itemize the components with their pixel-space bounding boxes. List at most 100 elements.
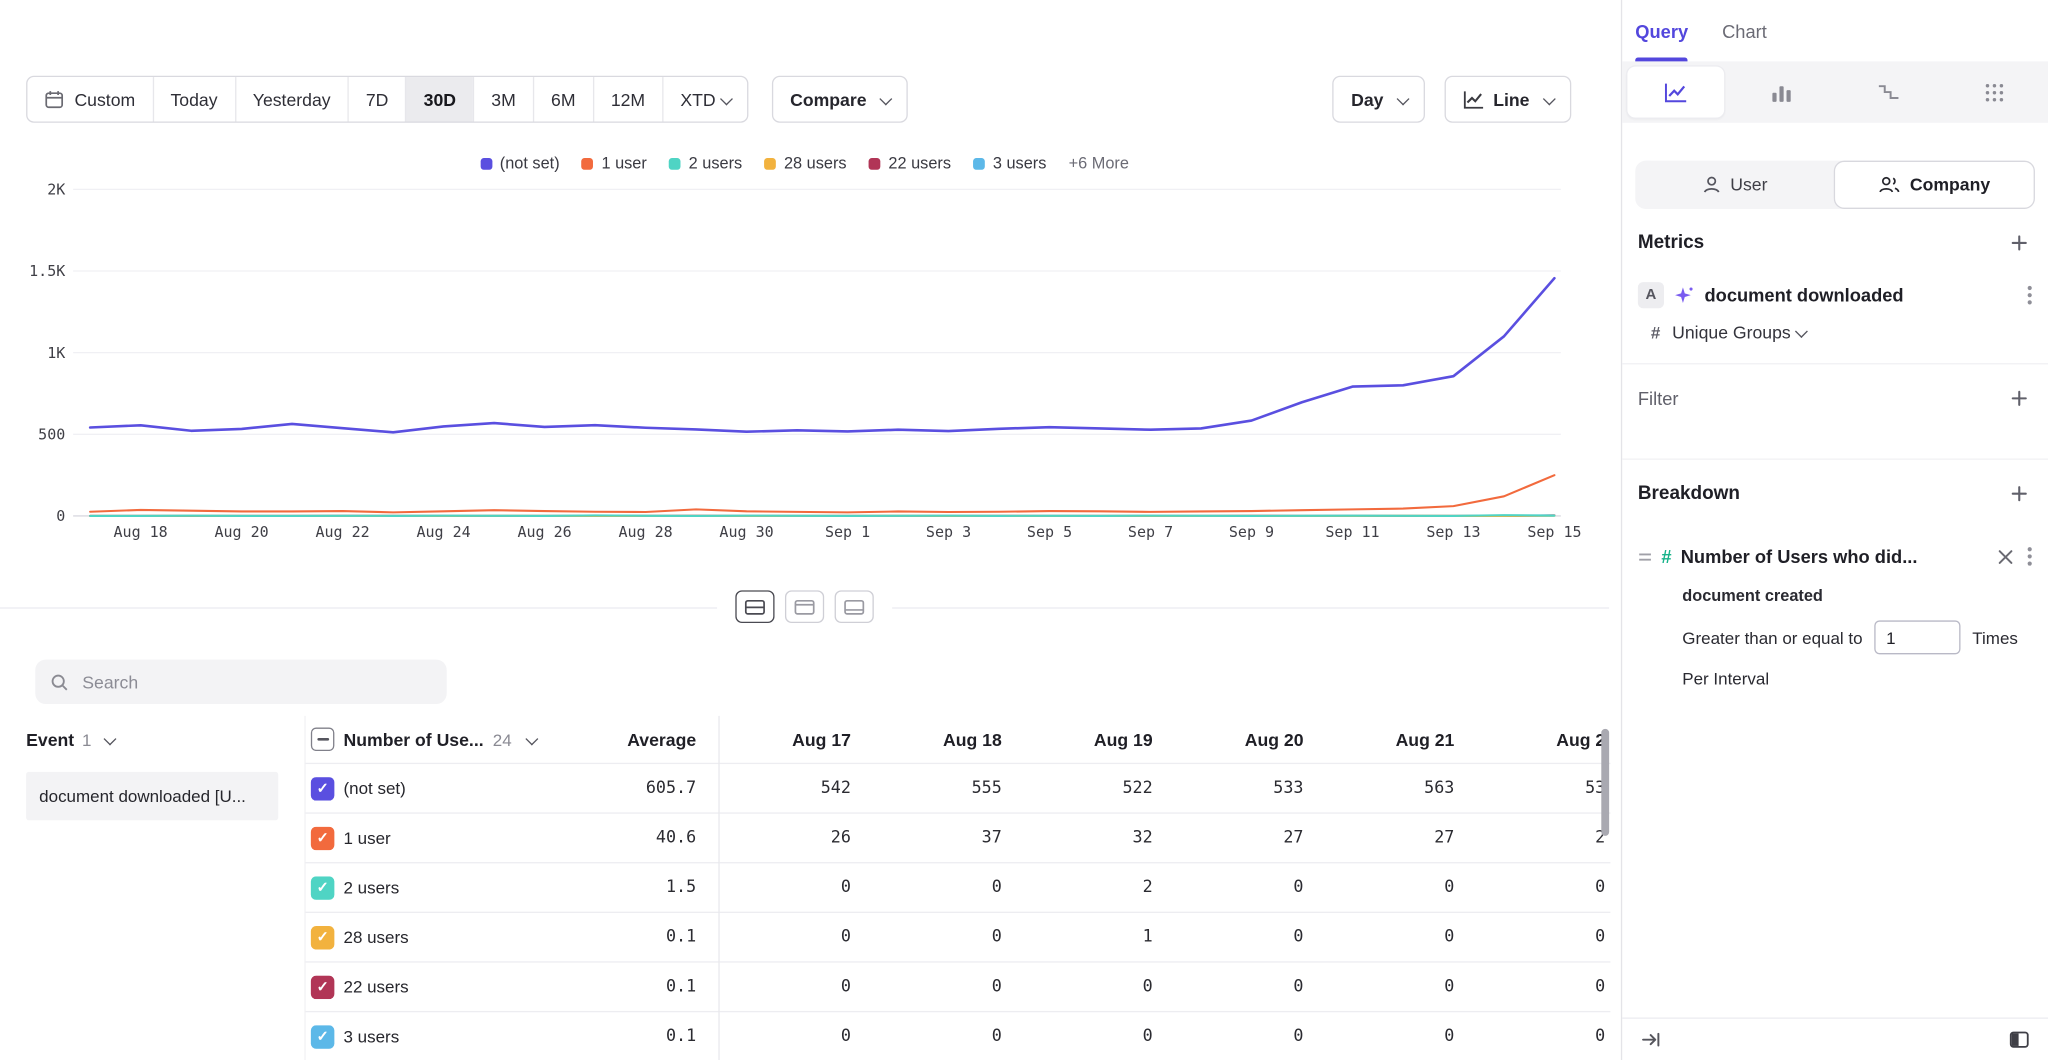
number-property-icon: # bbox=[1661, 546, 1671, 567]
metric-measure-row: # Unique Groups bbox=[1651, 323, 2035, 343]
custom-date-button[interactable]: Custom bbox=[27, 77, 152, 121]
add-filter-button[interactable] bbox=[2009, 388, 2030, 409]
row-label: 28 users bbox=[344, 927, 409, 947]
interval-select-button[interactable]: Day bbox=[1333, 76, 1425, 123]
cell-value: 1 bbox=[1020, 927, 1171, 947]
toggle-side-panel-button[interactable] bbox=[2006, 1028, 2032, 1052]
measure-label: Unique Groups bbox=[1672, 323, 1791, 343]
legend-more-button[interactable]: +6 More bbox=[1069, 154, 1129, 172]
entity-user-button[interactable]: User bbox=[1635, 161, 1834, 209]
layout-chart-only-button[interactable] bbox=[785, 590, 824, 623]
date-column-header[interactable]: Aug 21 bbox=[1322, 729, 1473, 749]
cell-value: 53 bbox=[1473, 778, 1611, 798]
entity-company-button[interactable]: Company bbox=[1834, 161, 2035, 209]
add-breakdown-button[interactable] bbox=[2009, 483, 2030, 504]
x-axis-tick-label: Aug 24 bbox=[416, 523, 470, 541]
row-checkbox[interactable]: ✓ bbox=[311, 925, 335, 949]
row-checkbox[interactable]: ✓ bbox=[311, 776, 335, 800]
legend-item[interactable]: 2 users bbox=[669, 154, 742, 172]
event-column-header[interactable]: Event 1 bbox=[26, 716, 278, 763]
average-value: 0.1 bbox=[539, 927, 718, 947]
cell-value: 0 bbox=[718, 878, 869, 898]
breakdown-options-button[interactable] bbox=[2024, 543, 2034, 569]
search-input[interactable] bbox=[80, 671, 433, 693]
tab-query[interactable]: Query bbox=[1635, 0, 1688, 61]
layout-table-only-button[interactable] bbox=[835, 590, 874, 623]
legend-item[interactable]: 22 users bbox=[869, 154, 951, 172]
range-12m-button[interactable]: 12M bbox=[593, 77, 663, 121]
legend-item[interactable]: (not set) bbox=[480, 154, 559, 172]
chart-type-more-button[interactable] bbox=[1942, 61, 2048, 122]
x-axis-tick-label: Sep 3 bbox=[926, 523, 971, 541]
metric-options-button[interactable] bbox=[2024, 282, 2034, 308]
select-all-checkbox[interactable] bbox=[311, 728, 335, 752]
remove-breakdown-button[interactable] bbox=[1996, 547, 2016, 567]
event-row[interactable]: document downloaded [U... bbox=[26, 772, 278, 820]
x-axis-tick-label: Aug 28 bbox=[618, 523, 672, 541]
compare-button[interactable]: Compare bbox=[772, 76, 909, 123]
row-checkbox[interactable]: ✓ bbox=[311, 1025, 335, 1049]
row-checkbox[interactable]: ✓ bbox=[311, 826, 335, 850]
date-column-header[interactable]: Aug 20 bbox=[1171, 729, 1322, 749]
add-metric-button[interactable] bbox=[2009, 232, 2030, 253]
drag-handle-icon[interactable] bbox=[1638, 551, 1652, 563]
collapse-panel-button[interactable] bbox=[1638, 1027, 1664, 1053]
metric-item[interactable]: A document downloaded # Unique Groups bbox=[1622, 272, 2048, 363]
custom-label: Custom bbox=[74, 89, 135, 109]
chart-type-retention-button[interactable] bbox=[1835, 61, 1941, 122]
range-yesterday-button[interactable]: Yesterday bbox=[235, 77, 348, 121]
row-label: 2 users bbox=[344, 878, 400, 898]
legend-item[interactable]: 1 user bbox=[582, 154, 647, 172]
search-icon bbox=[50, 672, 70, 692]
row-checkbox[interactable]: ✓ bbox=[311, 975, 335, 999]
row-label: 1 user bbox=[344, 828, 391, 848]
range-today-button[interactable]: Today bbox=[152, 77, 234, 121]
range-7d-button[interactable]: 7D bbox=[348, 77, 406, 121]
average-column-header[interactable]: Average bbox=[539, 729, 718, 749]
row-checkbox[interactable]: ✓ bbox=[311, 876, 335, 900]
metrics-heading: Metrics bbox=[1638, 232, 1704, 253]
date-column-header[interactable]: Aug 18 bbox=[869, 729, 1020, 749]
chevron-down-icon bbox=[1795, 325, 1808, 338]
close-icon bbox=[1998, 549, 2012, 563]
analytics-app: Custom TodayYesterday7D30D3M6M12M XTD Co… bbox=[0, 0, 2048, 1060]
metric-name[interactable]: document downloaded bbox=[1704, 285, 2014, 306]
section-divider bbox=[1622, 458, 2048, 459]
layout-split-button[interactable] bbox=[735, 590, 774, 623]
breakdown-section-head: Breakdown bbox=[1622, 465, 2048, 522]
cell-value: 0 bbox=[1322, 878, 1473, 898]
chart-type-bar-button[interactable] bbox=[1729, 61, 1835, 122]
plus-icon bbox=[2011, 486, 2027, 502]
legend-item[interactable]: 28 users bbox=[764, 154, 846, 172]
measure-dropdown[interactable]: Unique Groups bbox=[1672, 323, 1805, 343]
range-3m-button[interactable]: 3M bbox=[473, 77, 533, 121]
layout-chart-only-icon bbox=[794, 599, 815, 615]
tab-chart[interactable]: Chart bbox=[1722, 0, 1767, 61]
breakdown-name[interactable]: Number of Users who did... bbox=[1681, 546, 1987, 567]
chart-style-select-button[interactable]: Line bbox=[1445, 76, 1571, 123]
average-value: 0.1 bbox=[539, 977, 718, 997]
date-column-header[interactable]: Aug 19 bbox=[1020, 729, 1171, 749]
cell-value: 0 bbox=[1322, 1027, 1473, 1047]
compare-label: Compare bbox=[790, 89, 866, 109]
times-value-input[interactable] bbox=[1874, 620, 1960, 654]
chart-type-line-button[interactable] bbox=[1622, 61, 1728, 122]
average-value: 1.5 bbox=[539, 878, 718, 898]
legend-label: 1 user bbox=[601, 154, 646, 172]
range-6m-button[interactable]: 6M bbox=[533, 77, 593, 121]
plus-icon bbox=[2011, 391, 2027, 407]
range-30d-button[interactable]: 30D bbox=[405, 77, 473, 121]
group-column-header[interactable]: Number of Use... 24 bbox=[304, 728, 539, 752]
line-chart-icon bbox=[1463, 89, 1484, 109]
date-column-header[interactable]: Aug 17 bbox=[718, 729, 869, 749]
table-scrollbar[interactable] bbox=[1601, 729, 1609, 836]
query-panel: Query Chart bbox=[1621, 0, 2048, 1060]
event-count: 1 bbox=[82, 729, 91, 749]
legend-item[interactable]: 3 users bbox=[973, 154, 1046, 172]
date-column-header[interactable]: Aug 2 bbox=[1473, 729, 1611, 749]
range-xtd-button[interactable]: XTD bbox=[662, 77, 747, 121]
table-body: ✓(not set)605.754255552253356353✓1 user4… bbox=[304, 763, 1610, 1060]
y-axis-tick-label: 0 bbox=[56, 507, 65, 525]
panel-tabs: Query Chart bbox=[1622, 0, 2048, 61]
cell-value: 2 bbox=[1020, 878, 1171, 898]
